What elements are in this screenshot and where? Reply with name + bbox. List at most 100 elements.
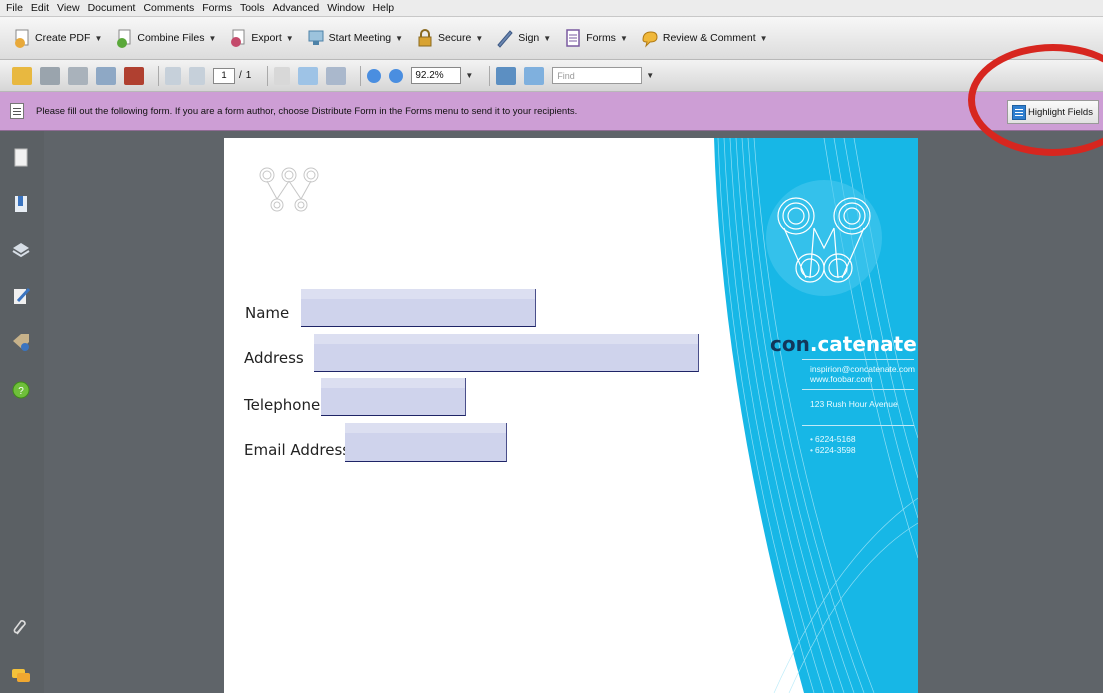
toolbar-separator bbox=[489, 65, 491, 86]
sign-label: Sign bbox=[518, 32, 540, 44]
export-icon bbox=[231, 29, 245, 47]
address-label: Address bbox=[244, 349, 304, 367]
select-tool-icon[interactable] bbox=[274, 66, 291, 85]
export-button[interactable]: Export ▼ bbox=[228, 28, 294, 48]
menu-document[interactable]: Document bbox=[88, 2, 136, 14]
chevron-down-icon: ▼ bbox=[208, 33, 217, 43]
menu-help[interactable]: Help bbox=[373, 2, 395, 14]
zoom-out-icon[interactable] bbox=[367, 68, 382, 83]
zoom-tool-icon[interactable] bbox=[326, 66, 347, 85]
page-number-input[interactable]: 1 bbox=[213, 67, 235, 84]
review-comment-button[interactable]: Review & Comment ▼ bbox=[640, 28, 768, 48]
save-icon[interactable] bbox=[68, 66, 88, 85]
company-phone-1-text: 6224-5168 bbox=[814, 434, 856, 444]
next-page-icon[interactable] bbox=[189, 66, 205, 85]
highlight-fields-label: Highlight Fields bbox=[1028, 106, 1093, 118]
name-field[interactable] bbox=[301, 289, 536, 327]
print-icon[interactable] bbox=[40, 66, 60, 85]
menu-tools[interactable]: Tools bbox=[240, 2, 265, 14]
comments-icon[interactable] bbox=[10, 665, 32, 687]
previous-page-icon[interactable] bbox=[165, 66, 181, 85]
company-name: con.catenate bbox=[770, 332, 917, 356]
menu-view[interactable]: View bbox=[57, 2, 80, 14]
form-message: Please fill out the following form. If y… bbox=[36, 105, 578, 117]
menu-bar: File Edit View Document Comments Forms T… bbox=[0, 0, 1103, 17]
help-icon[interactable]: ? bbox=[10, 379, 32, 401]
brand-divider bbox=[802, 359, 914, 360]
telephone-field[interactable] bbox=[321, 378, 466, 416]
company-phone-2: • 6224-3598 bbox=[810, 445, 856, 455]
highlight-fields-icon bbox=[1012, 104, 1026, 120]
company-phone-1: • 6224-5168 bbox=[810, 434, 856, 444]
hand-tool-icon[interactable] bbox=[298, 66, 319, 85]
find-dropdown-icon[interactable]: ▼ bbox=[646, 71, 654, 80]
menu-forms[interactable]: Forms bbox=[202, 2, 232, 14]
forms-label: Forms bbox=[586, 32, 616, 44]
signatures-icon[interactable] bbox=[10, 285, 32, 307]
form-area: Name Address Telephone Email Address bbox=[224, 138, 718, 693]
menu-file[interactable]: File bbox=[6, 2, 23, 14]
document-page: Name Address Telephone Email Address con… bbox=[224, 138, 918, 693]
chevron-down-icon: ▼ bbox=[543, 33, 552, 43]
chevron-down-icon: ▼ bbox=[285, 33, 294, 43]
combine-files-icon bbox=[117, 29, 131, 48]
zoom-in-icon[interactable] bbox=[389, 68, 404, 83]
svg-text:?: ? bbox=[18, 386, 24, 397]
share-icon[interactable] bbox=[124, 66, 144, 85]
chevron-down-icon: ▼ bbox=[475, 33, 484, 43]
email-icon[interactable] bbox=[96, 66, 116, 85]
start-meeting-button[interactable]: Start Meeting ▼ bbox=[306, 28, 403, 48]
brand-divider bbox=[802, 389, 914, 390]
form-message-bar: Please fill out the following form. If y… bbox=[0, 92, 1103, 131]
forms-icon bbox=[566, 29, 580, 47]
menu-comments[interactable]: Comments bbox=[143, 2, 194, 14]
create-pdf-button[interactable]: Create PDF ▼ bbox=[12, 28, 102, 48]
open-folder-icon[interactable] bbox=[12, 66, 32, 85]
menu-window[interactable]: Window bbox=[327, 2, 364, 14]
bullet-icon: • bbox=[810, 445, 813, 455]
paperclip-icon[interactable] bbox=[10, 617, 32, 639]
toolbar-separator bbox=[267, 65, 269, 86]
combine-files-button[interactable]: Combine Files ▼ bbox=[114, 28, 216, 48]
chevron-down-icon: ▼ bbox=[94, 33, 103, 43]
zoom-level-input[interactable]: 92.2% bbox=[411, 67, 462, 84]
form-icon bbox=[10, 103, 24, 119]
file-toolbar: 1 / 1 92.2% ▼ Find ▼ bbox=[0, 60, 1103, 92]
pages-icon[interactable] bbox=[10, 147, 32, 169]
telephone-label: Telephone bbox=[244, 396, 321, 414]
combine-files-label: Combine Files bbox=[137, 32, 205, 44]
toolbar-separator bbox=[158, 65, 159, 86]
address-field[interactable] bbox=[314, 334, 699, 372]
bookmarks-icon[interactable] bbox=[10, 193, 32, 215]
fit-width-icon[interactable] bbox=[496, 66, 517, 85]
find-input[interactable]: Find bbox=[552, 67, 643, 84]
decorative-wave-lines bbox=[714, 138, 918, 693]
navigation-pane: ? bbox=[0, 131, 44, 693]
sign-button[interactable]: Sign ▼ bbox=[495, 28, 551, 48]
zoom-dropdown-icon[interactable]: ▼ bbox=[465, 71, 473, 80]
company-name-part2: .catenate bbox=[809, 332, 917, 356]
fit-page-icon[interactable] bbox=[524, 66, 545, 85]
company-phone-2-text: 6224-3598 bbox=[814, 445, 856, 455]
email-address-label: Email Address bbox=[244, 441, 351, 459]
name-label: Name bbox=[245, 304, 290, 322]
lock-icon bbox=[418, 29, 432, 47]
attachments-tag-icon[interactable] bbox=[10, 331, 32, 353]
menu-advanced[interactable]: Advanced bbox=[272, 2, 319, 14]
forms-button[interactable]: Forms ▼ bbox=[563, 28, 628, 48]
highlight-fields-button[interactable]: Highlight Fields bbox=[1007, 100, 1099, 124]
menu-edit[interactable]: Edit bbox=[31, 2, 49, 14]
toolbar-separator bbox=[360, 65, 362, 86]
secure-button[interactable]: Secure ▼ bbox=[415, 28, 483, 48]
page-separator: / bbox=[239, 70, 242, 81]
pen-icon bbox=[497, 30, 513, 48]
review-icon bbox=[642, 31, 658, 48]
brand-panel bbox=[714, 138, 918, 693]
review-comment-label: Review & Comment bbox=[662, 32, 756, 44]
chevron-down-icon: ▼ bbox=[759, 33, 768, 43]
company-logo-small bbox=[259, 167, 319, 212]
bullet-icon: • bbox=[810, 434, 813, 444]
export-label: Export bbox=[251, 32, 282, 44]
email-address-field[interactable] bbox=[345, 423, 507, 462]
layers-icon[interactable] bbox=[10, 239, 32, 261]
